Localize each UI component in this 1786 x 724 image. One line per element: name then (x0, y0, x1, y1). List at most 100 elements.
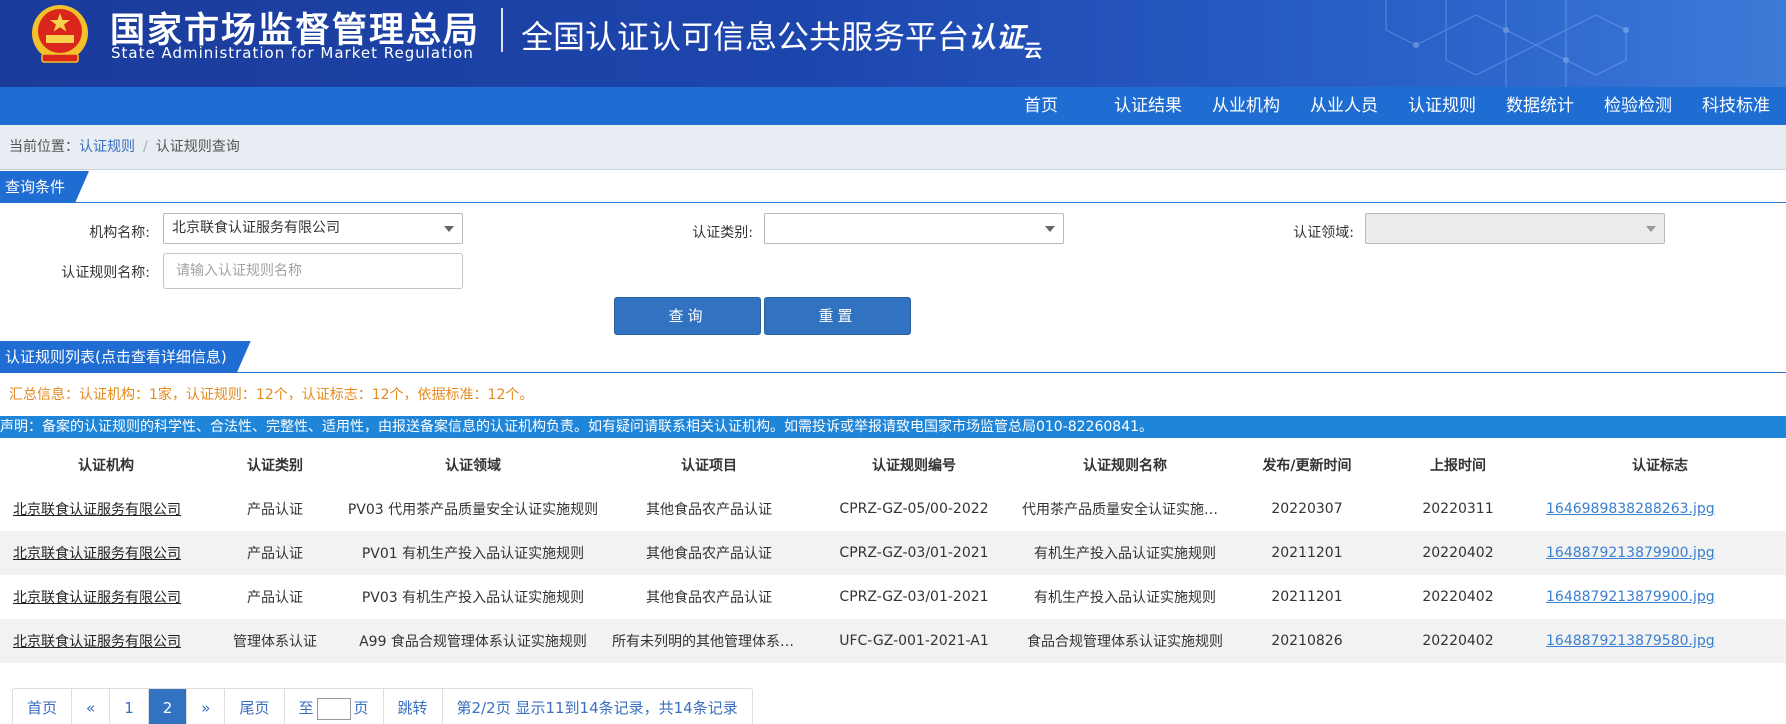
nav-cert-results[interactable]: 认证结果 (1114, 87, 1182, 125)
nav-tech-standards[interactable]: 科技标准 (1702, 87, 1770, 125)
query-section-title: 查询条件 (0, 171, 89, 203)
goto-prefix: 至 (298, 699, 314, 717)
cell-project: 所有未列明的其他管理体系认证 (608, 619, 810, 663)
org-link[interactable]: 北京联食认证服务有限公司 (13, 590, 181, 606)
hexagon-pattern-decoration (1385, 0, 1629, 87)
org-link[interactable]: 北京联食认证服务有限公司 (13, 502, 181, 518)
cell-field: PV03 代用茶产品质量安全认证实施规则 (347, 502, 599, 518)
pagination: 首页 « 1 2 » 尾页 至页 跳转 第2/2页 显示11到14条记录，共14… (12, 688, 753, 724)
mark-link[interactable]: 1648879213879900.jpg (1546, 545, 1715, 561)
org-name-select[interactable]: 北京联食认证服务有限公司 (163, 213, 463, 244)
rule-name-label: 认证规则名称: (61, 265, 150, 281)
cert-type-label: 认证类别: (692, 225, 753, 241)
cell-name: 食品合规管理体系认证实施规则 (1018, 619, 1232, 663)
nav-institutions[interactable]: 从业机构 (1212, 87, 1280, 125)
disclaimer-notice: 声明：备案的认证规则的科学性、合法性、完整性、适用性，由报送备案信息的认证机构负… (0, 416, 1786, 438)
nav-personnel[interactable]: 从业人员 (1310, 87, 1378, 125)
cell-org[interactable]: 北京联食认证服务有限公司 (0, 531, 212, 575)
page-info: 第2/2页 显示11到14条记录，共14条记录 (456, 699, 738, 717)
breadcrumb-current: 认证规则查询 (155, 139, 240, 155)
cell-code: CPRZ-GZ-03/01-2021 (810, 531, 1018, 575)
mark-link[interactable]: 1646989838288263.jpg (1546, 501, 1715, 517)
cell-reported: 20220402 (1382, 531, 1534, 575)
cell-project: 其他食品农产品认证 (608, 531, 810, 575)
cert-field-select[interactable] (1365, 213, 1665, 244)
agency-name-en: State Administration for Market Regulati… (111, 44, 474, 62)
nav-testing[interactable]: 检验检测 (1604, 87, 1672, 125)
table-row[interactable]: 北京联食认证服务有限公司 产品认证 PV01 有机生产投入品认证实施规则 其他食… (0, 531, 1786, 575)
cell-field: PV03 有机生产投入品认证实施规则 (361, 590, 585, 606)
chevron-down-icon (1045, 226, 1055, 232)
cell-reported: 20220311 (1422, 501, 1494, 517)
table-header-row: 认证机构 认证类别 认证领域 认证项目 认证规则编号 认证规则名称 发布/更新时… (0, 443, 1786, 487)
mark-link[interactable]: 1648879213879900.jpg (1546, 589, 1715, 605)
col-header-project: 认证项目 (681, 458, 737, 474)
cell-published: 20211201 (1232, 531, 1382, 575)
cell-name: 代用茶产品质量安全认证实施规则 (1022, 502, 1232, 518)
breadcrumb-cert-rules[interactable]: 认证规则 (79, 139, 135, 155)
cell-project: 其他食品农产品认证 (646, 502, 772, 518)
cell-type: 管理体系认证 (212, 619, 338, 663)
header-divider (501, 8, 503, 52)
page-first-button[interactable]: 首页 (13, 689, 73, 724)
cell-mark[interactable]: 1648879213879580.jpg (1534, 619, 1786, 663)
cell-org[interactable]: 北京联食认证服务有限公司 (0, 619, 212, 663)
cell-published: 20210826 (1232, 619, 1382, 663)
nav-statistics[interactable]: 数据统计 (1506, 87, 1574, 125)
page-last-button[interactable]: 尾页 (225, 689, 285, 724)
cell-field: A99 食品合规管理体系认证实施规则 (338, 619, 608, 663)
rule-name-input[interactable] (163, 253, 463, 289)
chevron-down-icon (444, 226, 454, 232)
goto-page-input[interactable] (316, 697, 351, 720)
cell-published: 20211201 (1271, 589, 1343, 605)
cloud-logo: 认证云 (968, 16, 1048, 62)
chevron-down-icon (1646, 226, 1656, 232)
page-2-button[interactable]: 2 (148, 689, 188, 724)
org-link[interactable]: 北京联食认证服务有限公司 (13, 546, 181, 562)
breadcrumb: 当前位置：认证规则 / 认证规则查询 (0, 125, 1786, 170)
cell-mark[interactable]: 1648879213879900.jpg (1534, 575, 1786, 619)
breadcrumb-prefix: 当前位置： (9, 139, 79, 155)
nav-home[interactable]: 首页 (1024, 87, 1058, 125)
cell-org[interactable]: 北京联食认证服务有限公司 (0, 575, 212, 619)
cell-field: PV01 有机生产投入品认证实施规则 (338, 531, 608, 575)
nav-cert-rules[interactable]: 认证规则 (1408, 87, 1476, 125)
breadcrumb-separator: / (143, 139, 148, 155)
cell-mark[interactable]: 1646989838288263.jpg (1534, 487, 1786, 531)
mark-link[interactable]: 1648879213879580.jpg (1546, 633, 1715, 649)
page-next-button[interactable]: » (187, 689, 226, 724)
cert-field-label: 认证领域: (1293, 225, 1354, 241)
col-header-published: 发布/更新时间 (1262, 458, 1352, 474)
search-button[interactable]: 查询 (614, 297, 761, 335)
national-emblem-icon (32, 5, 88, 63)
reset-button[interactable]: 重置 (764, 297, 911, 335)
rules-table: 认证机构 认证类别 认证领域 认证项目 认证规则编号 认证规则名称 发布/更新时… (0, 443, 1786, 663)
col-header-org: 认证机构 (78, 458, 134, 474)
table-row[interactable]: 北京联食认证服务有限公司 管理体系认证 A99 食品合规管理体系认证实施规则 所… (0, 619, 1786, 663)
cell-org[interactable]: 北京联食认证服务有限公司 (0, 487, 212, 531)
page-prev-button[interactable]: « (72, 689, 111, 724)
cell-type: 产品认证 (247, 590, 303, 606)
table-row[interactable]: 北京联食认证服务有限公司 产品认证 PV03 有机生产投入品认证实施规则 其他食… (0, 575, 1786, 619)
main-nav: 首页 认证结果 从业机构 从业人员 认证规则 数据统计 检验检测 科技标准 (0, 87, 1786, 125)
org-link[interactable]: 北京联食认证服务有限公司 (13, 634, 181, 650)
cell-name: 有机生产投入品认证实施规则 (1034, 590, 1216, 606)
table-row[interactable]: 北京联食认证服务有限公司 产品认证 PV03 代用茶产品质量安全认证实施规则 其… (0, 487, 1786, 531)
page-goto: 至页 (285, 689, 384, 724)
cell-type: 产品认证 (247, 502, 303, 518)
cell-code: CPRZ-GZ-03/01-2021 (839, 589, 989, 605)
cell-project: 其他食品农产品认证 (646, 590, 772, 606)
cell-mark[interactable]: 1648879213879900.jpg (1534, 531, 1786, 575)
cert-type-select[interactable] (764, 213, 1064, 244)
org-name-value: 北京联食认证服务有限公司 (172, 220, 340, 236)
site-header: 国家市场监督管理总局 State Administration for Mark… (0, 0, 1786, 87)
col-header-field: 认证领域 (445, 458, 501, 474)
platform-title: 全国认证认可信息公共服务平台 (521, 18, 970, 56)
cloud-logo-sub: 云 (1024, 41, 1043, 62)
summary-info: 汇总信息：认证机构：1家，认证规则：12个，认证标志：12个，依据标准：12个。 (9, 387, 534, 403)
col-header-reported: 上报时间 (1430, 458, 1486, 474)
list-section-header: 认证规则列表(点击查看详细信息) (0, 341, 1786, 373)
page-jump-button[interactable]: 跳转 (384, 689, 443, 724)
col-header-type: 认证类别 (247, 458, 303, 474)
page-1-button[interactable]: 1 (110, 689, 149, 724)
